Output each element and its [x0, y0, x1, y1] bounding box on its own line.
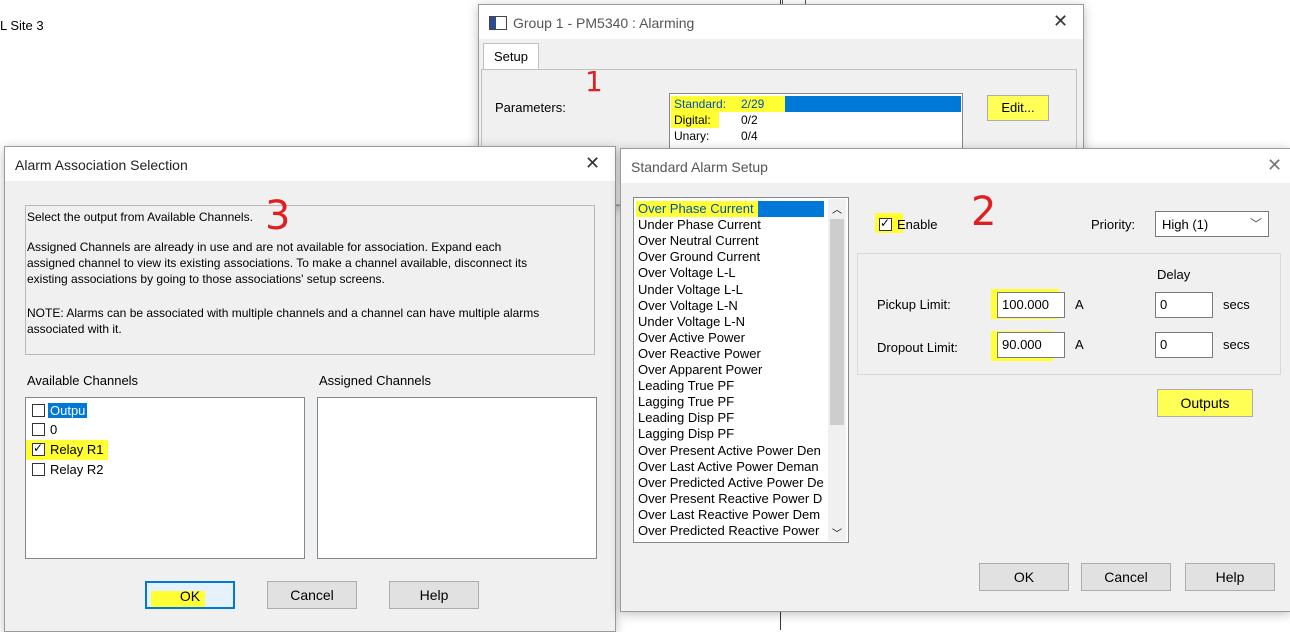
chevron-down-icon: ﹀ — [1250, 217, 1263, 231]
alarm-list-item[interactable]: Over Voltage L-N — [638, 298, 738, 314]
parameter-row-unary[interactable]: Unary: 0/4 — [671, 128, 961, 144]
alarming-titlebar: Group 1 - PM5340 : Alarming ✕ — [479, 5, 1083, 39]
info-line-4: existing associations by going to those … — [27, 272, 385, 286]
association-window: Alarm Association Selection ✕ Select the… — [4, 146, 616, 632]
parameter-row-standard[interactable]: Standard: 2/29 — [671, 96, 961, 112]
channel-checkbox[interactable] — [32, 404, 45, 417]
info-line-5: NOTE: Alarms can be associated with mult… — [27, 306, 540, 320]
scroll-down-icon[interactable]: ﹀ — [832, 525, 842, 540]
alarm-list-item[interactable]: Over Ground Current — [638, 249, 760, 265]
window-app-icon — [489, 16, 507, 30]
site-label: L Site 3 — [0, 18, 44, 33]
alarm-list-item[interactable]: Over Last Active Power Deman — [638, 459, 819, 475]
alarm-list-item[interactable]: Leading Disp PF — [638, 410, 734, 426]
close-icon[interactable]: ✕ — [1053, 11, 1068, 32]
alarm-list-item[interactable]: Over Active Power — [638, 330, 745, 346]
alarm-list-item[interactable]: Under Voltage L-L — [638, 282, 743, 298]
alarm-list-item[interactable]: Over Present Reactive Power D — [638, 491, 822, 507]
alarm-list-item[interactable]: Over Last Reactive Power Dem — [638, 507, 820, 523]
alarm-list-item[interactable]: Under Voltage L-N — [638, 314, 745, 330]
standard-titlebar: Standard Alarm Setup ✕ — [621, 149, 1290, 183]
channel-checkbox[interactable] — [32, 423, 45, 436]
pickup-limit-label: Pickup Limit: — [877, 297, 951, 312]
priority-select[interactable]: High (1) ﹀ — [1155, 211, 1269, 237]
parameter-row-digital[interactable]: Digital: 0/2 — [671, 112, 961, 128]
parameters-label: Parameters: — [495, 100, 566, 115]
dropout-delay-input[interactable]: 0 — [1155, 332, 1213, 358]
alarm-list-item[interactable]: Over Present Active Power Den — [638, 443, 821, 459]
alarm-list-item[interactable]: Over Predicted Reactive Power — [638, 523, 819, 539]
priority-label: Priority: — [1091, 217, 1136, 232]
association-title: Alarm Association Selection — [15, 157, 188, 173]
assigned-channels-list[interactable] — [317, 397, 597, 559]
alarm-list-item[interactable]: Under Phase Current — [638, 217, 761, 233]
alarming-title: Group 1 - PM5340 : Alarming — [513, 15, 695, 31]
tab-setup[interactable]: Setup — [483, 43, 539, 72]
pickup-unit: A — [1075, 297, 1084, 312]
help-button[interactable]: Help — [389, 581, 479, 609]
cancel-button[interactable]: Cancel — [1081, 563, 1171, 591]
alarm-list-item[interactable]: Over Voltage L-L — [638, 265, 736, 281]
pickup-delay-unit: secs — [1223, 297, 1250, 312]
standard-alarm-window: Standard Alarm Setup ✕ Over Phase Curren… — [620, 148, 1290, 612]
ok-button[interactable]: OK — [979, 563, 1069, 591]
channel-checkbox[interactable] — [32, 463, 45, 476]
ok-button[interactable]: OK — [145, 581, 235, 609]
available-channels-label: Available Channels — [27, 373, 139, 388]
alarm-list-item[interactable]: Leading True PF — [638, 378, 734, 394]
alarm-list-item[interactable]: Over Reactive Power — [638, 346, 761, 362]
channel-item-relay-r1[interactable]: Relay R1 — [30, 441, 290, 459]
channel-checkbox[interactable] — [32, 441, 45, 456]
association-titlebar: Alarm Association Selection ✕ — [5, 147, 615, 181]
channel-item-0[interactable]: 0 — [30, 421, 290, 439]
alarm-list-item[interactable]: Lagging True PF — [638, 394, 734, 410]
alarm-list[interactable]: Over Phase Current Under Phase Current Ove… — [633, 197, 849, 543]
annotation-3: 3 — [265, 193, 291, 239]
standard-title: Standard Alarm Setup — [631, 159, 768, 175]
alarm-list-scrollbar[interactable]: ︿ ﹀ — [828, 199, 846, 541]
edit-button[interactable]: Edit... — [987, 95, 1049, 121]
dropout-unit: A — [1075, 337, 1084, 352]
dropout-delay-unit: secs — [1223, 337, 1250, 352]
dropout-limit-label: Dropout Limit: — [877, 340, 958, 355]
scroll-up-icon[interactable]: ︿ — [832, 201, 842, 216]
alarm-list-item[interactable]: Over Predicted Active Power De — [638, 475, 824, 491]
enable-label[interactable]: Enable — [897, 217, 937, 232]
alarm-list-item[interactable]: Lagging Disp PF — [638, 426, 734, 442]
parameters-listbox[interactable]: Standard: 2/29 Digital: 0/2 Unary: 0/4 — [669, 93, 963, 155]
dropout-limit-input[interactable]: 90.000 — [997, 332, 1065, 358]
annotation-2: 2 — [971, 189, 997, 235]
alarm-list-item[interactable]: Over Apparent Power — [638, 362, 762, 378]
info-line-6: associated with it. — [27, 322, 122, 336]
info-line-1: Select the output from Available Channel… — [27, 210, 253, 224]
alarm-list-item[interactable]: Over Neutral Current — [638, 233, 759, 249]
channel-item-relay-r2[interactable]: Relay R2 — [30, 461, 290, 479]
alarm-list-item[interactable]: Over Phase Current — [638, 201, 754, 217]
scrollbar-thumb[interactable] — [830, 219, 844, 425]
enable-checkbox[interactable] — [879, 216, 892, 231]
cancel-button[interactable]: Cancel — [267, 581, 357, 609]
info-box: Select the output from Available Channel… — [25, 205, 595, 355]
pickup-limit-input[interactable]: 100.000 — [997, 292, 1065, 318]
pickup-delay-input[interactable]: 0 — [1155, 292, 1213, 318]
help-button[interactable]: Help — [1185, 563, 1275, 591]
info-line-2: Assigned Channels are already in use and… — [27, 240, 502, 254]
close-icon[interactable]: ✕ — [585, 153, 600, 174]
annotation-1: 1 — [585, 65, 603, 98]
limits-group — [857, 253, 1281, 375]
assigned-channels-label: Assigned Channels — [319, 373, 432, 388]
delay-label: Delay — [1157, 267, 1191, 282]
info-line-3: assigned channel to view its existing as… — [27, 256, 528, 270]
channel-item-output[interactable]: Outpu — [30, 402, 290, 420]
close-icon[interactable]: ✕ — [1267, 155, 1282, 176]
outputs-button[interactable]: Outputs — [1157, 389, 1253, 417]
available-channels-list[interactable]: Outpu 0 Relay R1 Relay R2 — [25, 397, 305, 559]
